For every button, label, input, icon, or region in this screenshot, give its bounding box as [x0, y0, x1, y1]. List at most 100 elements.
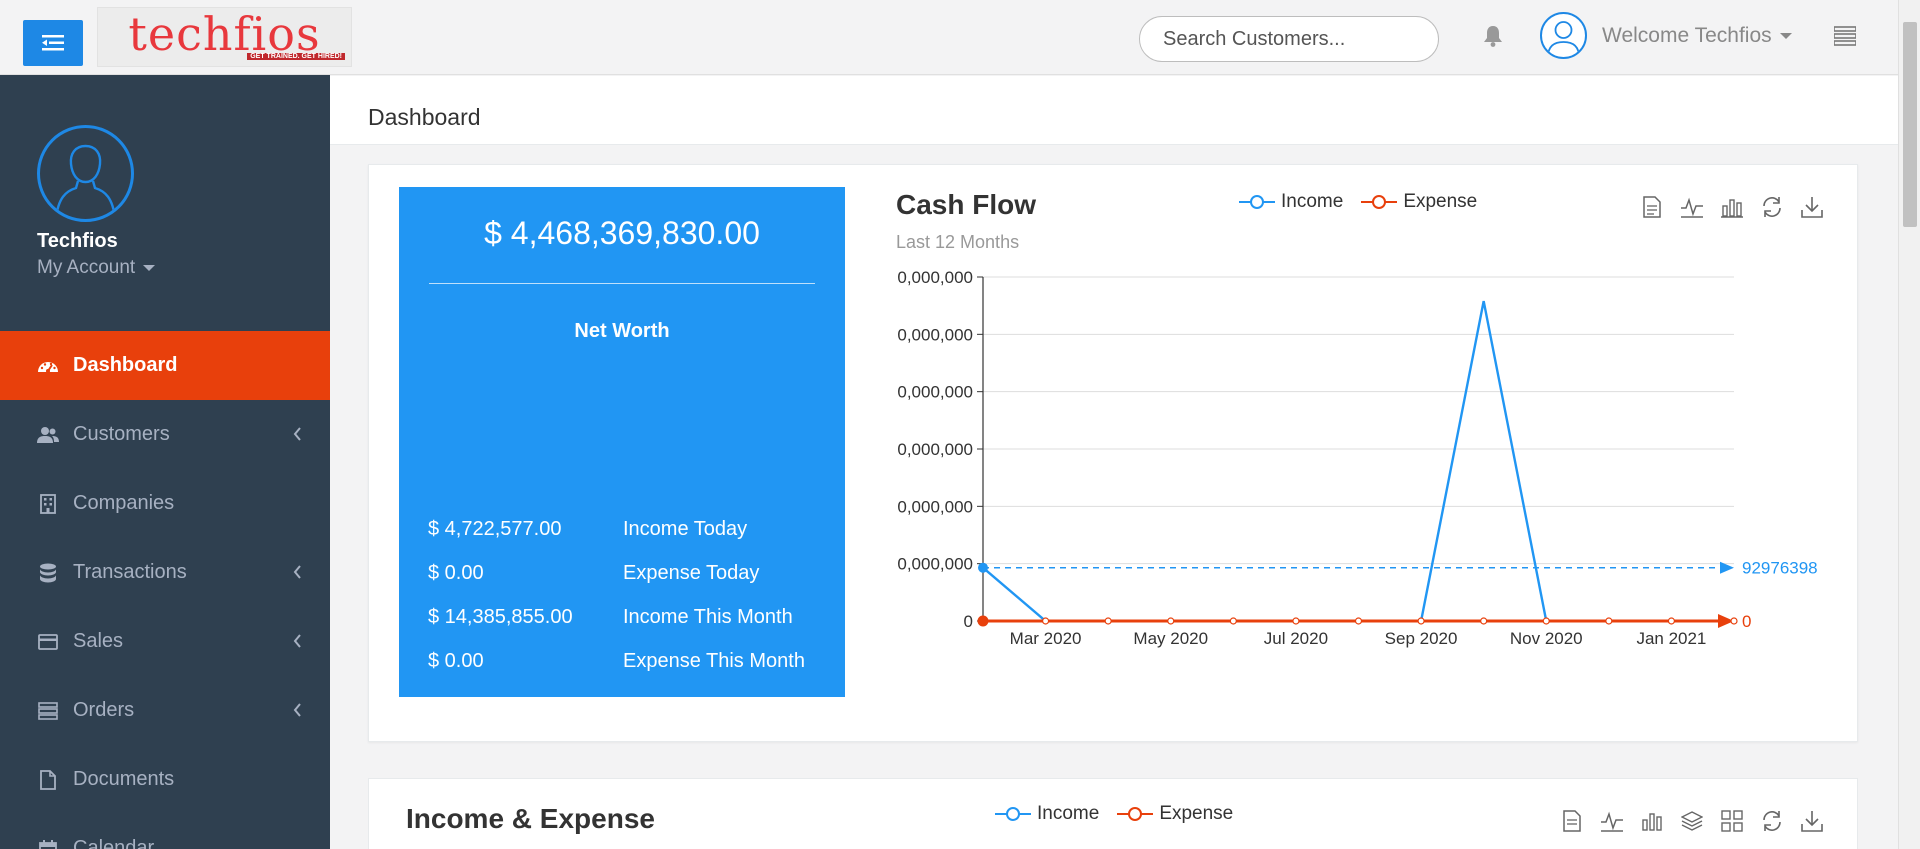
users-icon	[37, 424, 59, 446]
net-worth-summary: $ 4,722,577.00 Income Today $ 0.00 Expen…	[428, 507, 838, 683]
my-account-dropdown[interactable]: My Account	[37, 257, 156, 279]
sidebar-item-label: Dashboard	[73, 354, 178, 376]
summary-value: $ 4,722,577.00	[428, 517, 562, 540]
chevron-left-icon	[293, 703, 301, 717]
save-image-button[interactable]	[1800, 809, 1824, 833]
expense-point	[1292, 617, 1300, 625]
bar-chart-icon	[1642, 813, 1662, 831]
my-account-label: My Account	[37, 257, 136, 278]
sidebar-item-transactions[interactable]: Transactions	[0, 538, 330, 607]
expense-point	[1104, 617, 1112, 625]
dashboard-icon	[37, 355, 59, 377]
sidebar-item-sales[interactable]: Sales	[0, 607, 330, 676]
list-icon	[1833, 26, 1857, 46]
search-input[interactable]	[1163, 27, 1428, 51]
logo[interactable]: techfios GET TRAINED. GET HIRED!	[97, 7, 352, 67]
line-chart-button[interactable]	[1600, 809, 1624, 833]
sidebar-item-dashboard[interactable]: Dashboard	[0, 331, 330, 400]
summary-label: Expense This Month	[623, 649, 805, 672]
user-menu-dropdown[interactable]: Welcome Techfios	[1602, 24, 1792, 48]
restore-button[interactable]	[1760, 809, 1784, 833]
bar-chart-button[interactable]	[1720, 195, 1744, 219]
line-chart-button[interactable]	[1680, 195, 1704, 219]
cash-flow-card: $ 4,468,369,830.00 Net Worth $ 4,722,577…	[368, 164, 1858, 742]
x-tick-label: Mar 2020	[1010, 629, 1082, 648]
x-tick-label: Nov 2020	[1510, 629, 1583, 648]
income-line	[982, 300, 1734, 623]
building-icon	[37, 493, 59, 515]
legend-item-income[interactable]: Income	[1239, 191, 1343, 213]
sidebar-item-label: Documents	[73, 768, 175, 790]
logo-text: techfios	[128, 6, 321, 61]
expense-point	[1480, 617, 1488, 625]
sidebar-item-label: Transactions	[73, 561, 187, 583]
credit-card-icon	[37, 631, 59, 653]
net-worth-panel: $ 4,468,369,830.00 Net Worth $ 4,722,577…	[399, 187, 845, 697]
sidebar-avatar[interactable]	[37, 125, 134, 222]
chevron-left-icon	[293, 634, 301, 648]
y-tick-label: 0,000,000	[897, 497, 973, 516]
bar-chart-button[interactable]	[1640, 809, 1664, 833]
sidebar-item-companies[interactable]: Companies	[0, 469, 330, 538]
server-icon	[37, 700, 59, 722]
net-worth-label: Net Worth	[574, 320, 670, 342]
sidebar-user-name: Techfios	[37, 230, 118, 252]
top-navbar: techfios GET TRAINED. GET HIRED! Welcome…	[0, 0, 1898, 75]
line-chart-icon	[1601, 811, 1623, 832]
refresh-icon	[1763, 811, 1781, 831]
sidebar-item-calendar[interactable]: Calendar	[0, 814, 330, 849]
legend-item-income[interactable]: Income	[995, 803, 1099, 825]
calendar-icon	[37, 838, 59, 849]
stack-button[interactable]	[1680, 809, 1704, 833]
income-markline-label: 92976398	[1742, 559, 1818, 578]
y-tick-label: 0,000,000	[897, 268, 973, 287]
tiled-button[interactable]	[1720, 809, 1744, 833]
page-header: Dashboard	[330, 76, 1898, 145]
user-silhouette-icon	[1547, 21, 1580, 57]
chevron-left-icon	[293, 427, 301, 441]
income-expense-title: Income & Expense	[406, 803, 655, 834]
user-silhouette-icon	[54, 144, 117, 219]
sidebar-item-orders[interactable]: Orders	[0, 676, 330, 745]
page-title: Dashboard	[368, 104, 481, 130]
expense-point	[1354, 617, 1363, 625]
sidebar-item-label: Sales	[73, 630, 124, 652]
summary-value: $ 14,385,855.00	[428, 605, 573, 628]
sidebar-item-label: Calendar	[73, 837, 155, 849]
line-chart-icon	[1681, 197, 1703, 218]
right-sidebar-toggle[interactable]	[1833, 26, 1857, 51]
expense-point	[1542, 617, 1550, 625]
database-icon	[37, 562, 59, 584]
sidebar-toggle-button[interactable]	[23, 20, 83, 66]
cash-flow-chart: 0 0,000,000 0,000,000 0,000,000 0,000,000 0,0…	[897, 268, 1818, 648]
summary-label: Income Today	[623, 517, 748, 540]
sidebar-item-documents[interactable]: Documents	[0, 745, 330, 814]
download-icon	[1801, 197, 1823, 218]
download-icon	[1801, 811, 1823, 832]
page-scrollbar[interactable]	[1898, 0, 1920, 849]
notifications-button[interactable]	[1482, 24, 1504, 53]
expense-point	[1417, 617, 1425, 625]
data-view-icon	[1643, 196, 1661, 218]
user-avatar[interactable]	[1540, 12, 1587, 59]
scrollbar-thumb[interactable]	[1903, 22, 1917, 227]
summary-row: $ 0.00 Expense This Month	[428, 639, 838, 683]
x-tick-label: May 2020	[1133, 629, 1208, 648]
save-image-button[interactable]	[1800, 195, 1824, 219]
legend-item-expense[interactable]: Expense	[1117, 803, 1233, 825]
income-expense-legend: Income Expense	[995, 803, 1233, 825]
sidebar-item-customers[interactable]: Customers	[0, 400, 330, 469]
legend-marker-expense	[1117, 807, 1154, 821]
legend-label: Income	[1037, 803, 1100, 824]
restore-button[interactable]	[1760, 195, 1784, 219]
welcome-text: Welcome Techfios	[1602, 24, 1772, 47]
data-view-button[interactable]	[1560, 809, 1584, 833]
data-view-button[interactable]	[1640, 195, 1664, 219]
data-view-icon	[1563, 810, 1581, 832]
cash-flow-title: Cash Flow	[896, 189, 1037, 220]
cash-flow-legend: Income Expense	[1239, 191, 1477, 213]
sidebar-item-label: Orders	[73, 699, 135, 721]
layers-icon	[1681, 811, 1703, 831]
legend-item-expense[interactable]: Expense	[1361, 191, 1477, 213]
legend-marker-expense	[1361, 195, 1398, 209]
